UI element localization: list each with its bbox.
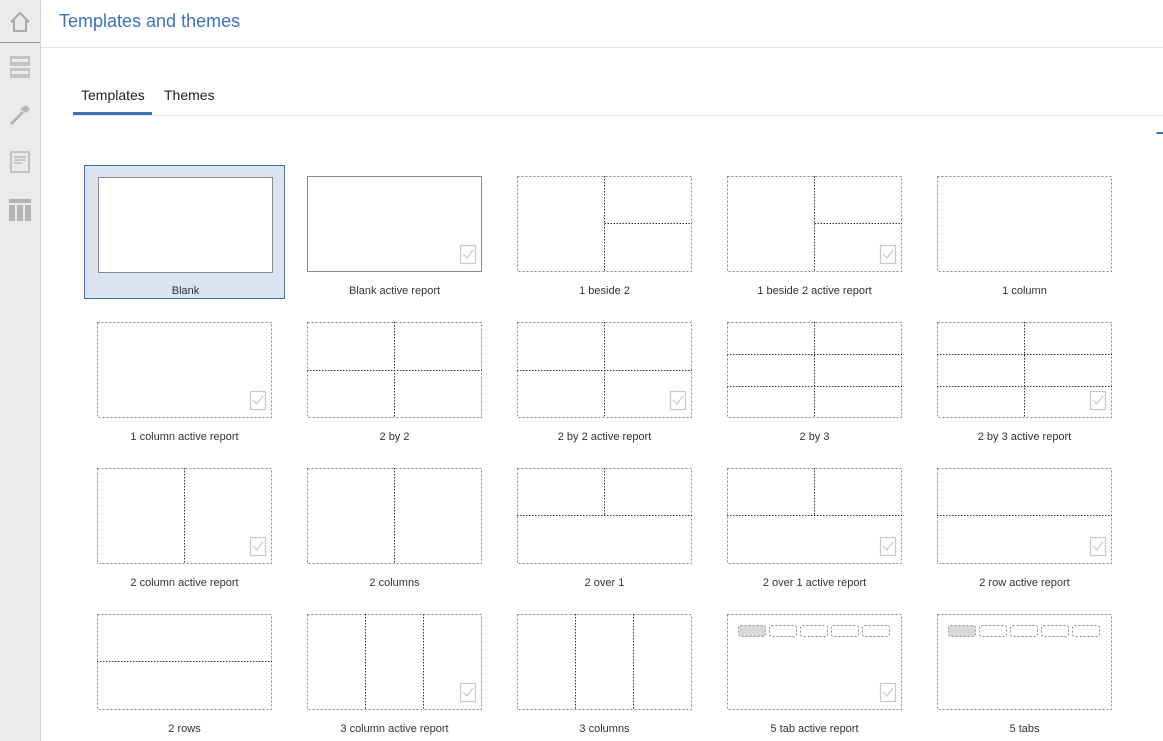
template-thumbnail [307, 468, 482, 564]
template-label: 3 column active report [340, 723, 449, 735]
template-label: 1 column active report [130, 431, 239, 443]
template-card-2-column-active-report[interactable]: 2 column active report [84, 457, 285, 591]
template-label: 1 beside 2 active report [757, 285, 872, 297]
template-card-blank[interactable]: Blank [84, 165, 285, 299]
template-thumbnail [937, 176, 1112, 272]
template-card-2-by-2[interactable]: 2 by 2 [294, 311, 495, 445]
template-card-2-rows[interactable]: 2 rows [84, 603, 285, 737]
hammer-icon[interactable] [0, 93, 40, 137]
template-label: 5 tab active report [770, 723, 859, 735]
tab-themes[interactable]: Themes [164, 87, 215, 103]
template-card-2-by-3-active-report[interactable]: 2 by 3 active report [924, 311, 1125, 445]
template-thumbnail [937, 614, 1112, 710]
template-thumbnail [307, 614, 482, 710]
template-card-1-beside-2-active-report[interactable]: 1 beside 2 active report [714, 165, 915, 299]
template-label: 2 row active report [979, 577, 1070, 589]
page-title: Templates and themes [59, 11, 241, 31]
left-rail [0, 0, 41, 741]
template-label: 2 by 2 active report [557, 431, 652, 443]
template-card-blank-active-report[interactable]: Blank active report [294, 165, 495, 299]
template-label: 2 over 1 active report [762, 577, 867, 589]
rail-divider [0, 42, 40, 43]
scroll-indicator-icon [1156, 132, 1163, 139]
template-thumbnail [727, 176, 902, 272]
template-label: 2 columns [369, 577, 420, 589]
template-label: 2 by 3 [799, 431, 830, 443]
tab-bar: Templates Themes [73, 82, 1163, 116]
template-label: 2 column active report [130, 577, 239, 589]
template-card-1-column[interactable]: 1 column [924, 165, 1125, 299]
template-card-2-row-active-report[interactable]: 2 row active report [924, 457, 1125, 591]
active-report-checkbox-icon [307, 614, 482, 710]
active-report-checkbox-icon [97, 468, 272, 564]
template-card-5-tabs[interactable]: 5 tabs [924, 603, 1125, 737]
active-report-checkbox-icon [97, 322, 272, 418]
template-card-3-columns[interactable]: 3 columns [504, 603, 705, 737]
report-icon[interactable] [0, 140, 40, 184]
template-card-2-by-2-active-report[interactable]: 2 by 2 active report [504, 311, 705, 445]
template-label: 2 by 3 active report [977, 431, 1072, 443]
template-thumbnail [937, 322, 1112, 418]
home-icon[interactable] [0, 0, 40, 44]
active-report-checkbox-icon [727, 468, 902, 564]
template-label: Blank [171, 285, 200, 297]
template-thumbnail [307, 176, 482, 272]
template-thumbnail [97, 468, 272, 564]
active-report-checkbox-icon [937, 322, 1112, 418]
template-thumbnail [307, 322, 482, 418]
template-card-1-beside-2[interactable]: 1 beside 2 [504, 165, 705, 299]
active-tab-indicator [73, 112, 152, 115]
template-card-5-tab-active-report[interactable]: 5 tab active report [714, 603, 915, 737]
template-label: Blank active report [348, 285, 441, 297]
template-card-2-over-1-active-report[interactable]: 2 over 1 active report [714, 457, 915, 591]
template-label: 2 rows [168, 723, 201, 735]
template-thumbnail [517, 468, 692, 564]
template-thumbnail [517, 614, 692, 710]
template-thumbnail [97, 322, 272, 418]
active-report-checkbox-icon [727, 176, 902, 272]
template-label: 3 columns [579, 723, 630, 735]
template-thumbnail [937, 468, 1112, 564]
template-label: 2 over 1 [584, 577, 625, 589]
template-thumbnail [98, 177, 273, 273]
active-report-checkbox-icon [307, 176, 482, 272]
template-thumbnail [727, 322, 902, 418]
template-label: 1 column [1002, 285, 1047, 297]
active-report-checkbox-icon [727, 614, 902, 710]
template-card-3-column-active-report[interactable]: 3 column active report [294, 603, 495, 737]
template-label: 5 tabs [1009, 723, 1040, 735]
template-thumbnail [727, 614, 902, 710]
columns-icon[interactable] [0, 188, 40, 232]
template-thumbnail [97, 614, 272, 710]
template-card-2-over-1[interactable]: 2 over 1 [504, 457, 705, 591]
active-report-checkbox-icon [937, 468, 1112, 564]
template-card-2-by-3[interactable]: 2 by 3 [714, 311, 915, 445]
template-card-1-column-active-report[interactable]: 1 column active report [84, 311, 285, 445]
page-header: Templates and themes [41, 0, 1163, 48]
tab-templates[interactable]: Templates [81, 87, 145, 103]
template-thumbnail [517, 322, 692, 418]
data-icon[interactable] [0, 45, 40, 89]
template-card-2-columns[interactable]: 2 columns [294, 457, 495, 591]
template-label: 2 by 2 [379, 431, 410, 443]
template-thumbnail [727, 468, 902, 564]
template-label: 1 beside 2 [579, 285, 630, 297]
template-thumbnail [517, 176, 692, 272]
active-report-checkbox-icon [517, 322, 692, 418]
